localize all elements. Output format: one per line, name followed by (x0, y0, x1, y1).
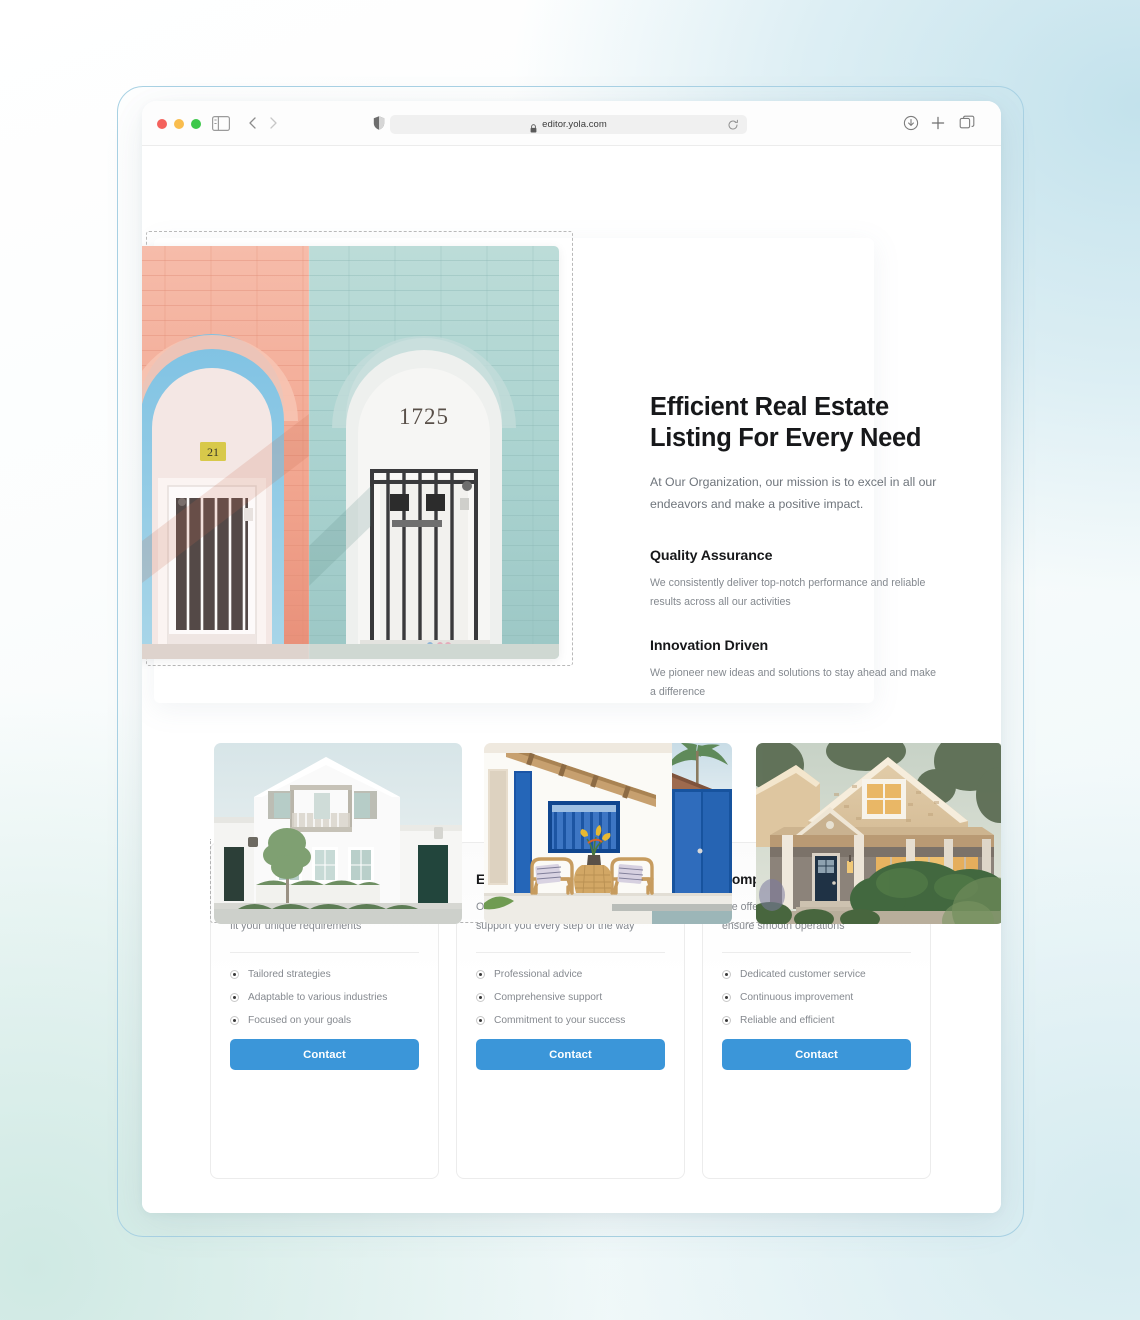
list-item: Adaptable to various industries (230, 992, 419, 1003)
card-image-comprehensive-support[interactable] (756, 743, 1001, 924)
divider (722, 952, 911, 953)
bullet-icon (230, 993, 239, 1002)
list-item: Tailored strategies (230, 969, 419, 980)
browser-toolbar: editor.yola.com (142, 101, 1001, 146)
list-item-label: Adaptable to various industries (248, 992, 388, 1003)
list-item-label: Comprehensive support (494, 992, 603, 1003)
feature-description: We pioneer new ideas and solutions to st… (650, 667, 937, 698)
feature-cards-row: Custom Solutions We provide personalized… (210, 743, 1001, 1179)
list-item: Focused on your goals (230, 1015, 419, 1026)
list-item-label: Tailored strategies (248, 969, 331, 980)
card-feature-list: Tailored strategies Adaptable to various… (230, 969, 419, 1026)
list-item-label: Continuous improvement (740, 992, 854, 1003)
bullet-icon (476, 993, 485, 1002)
list-item-label: Focused on your goals (248, 1015, 352, 1026)
list-item: Comprehensive support (476, 992, 665, 1003)
chevron-right-icon[interactable] (266, 115, 280, 131)
list-item-label: Professional advice (494, 969, 583, 980)
svg-text:21: 21 (207, 445, 219, 459)
contact-button[interactable]: Contact (230, 1039, 419, 1070)
divider (476, 952, 665, 953)
url-text: editor.yola.com (542, 119, 607, 130)
divider (230, 952, 419, 953)
list-item-label: Dedicated customer service (740, 969, 866, 980)
feature-innovation-driven: Innovation Driven We pioneer new ideas a… (650, 638, 938, 701)
card-image-expert-guidance[interactable] (484, 743, 732, 924)
hero-subtitle: At Our Organization, our mission is to e… (650, 475, 937, 511)
bullet-icon (722, 1016, 731, 1025)
browser-window: editor.yola.com Efficient Real Estate Li… (142, 101, 1001, 1213)
bullet-icon (230, 1016, 239, 1025)
hero-image[interactable]: 21 1725 (142, 246, 559, 659)
list-item-label: Commitment to your success (494, 1015, 626, 1026)
minimize-window-button[interactable] (174, 119, 184, 129)
feature-title: Quality Assurance (650, 548, 773, 564)
tabs-icon[interactable] (959, 115, 975, 131)
craftsman-cottage-with-porch-photo (756, 743, 1001, 924)
hero-text-block: Efficient Real Estate Listing For Every … (650, 392, 938, 701)
list-item: Commitment to your success (476, 1015, 665, 1026)
maximize-window-button[interactable] (191, 119, 201, 129)
two-arched-doorways-photo: 21 1725 (142, 246, 559, 659)
white-two-story-house-photo (214, 743, 462, 924)
reload-icon[interactable] (727, 118, 739, 130)
contact-button[interactable]: Contact (476, 1039, 665, 1070)
list-item: Reliable and efficient (722, 1015, 911, 1026)
card-feature-list: Professional advice Comprehensive suppor… (476, 969, 665, 1026)
chevron-left-icon[interactable] (246, 115, 260, 131)
plus-icon[interactable] (930, 115, 946, 131)
card-feature-list: Dedicated customer service Continuous im… (722, 969, 911, 1026)
sidebar-icon[interactable] (212, 116, 230, 131)
feature-quality-assurance: Quality Assurance We consistently delive… (650, 548, 938, 611)
feature-title: Innovation Driven (650, 638, 769, 654)
blue-door-patio-rattan-chairs-photo (484, 743, 732, 924)
privacy-shield-icon[interactable] (372, 115, 386, 131)
feature-description: We consistently deliver top-notch perfor… (650, 577, 926, 608)
download-icon[interactable] (903, 115, 919, 131)
list-item: Dedicated customer service (722, 969, 911, 980)
bullet-icon (230, 970, 239, 979)
website-canvas: Efficient Real Estate Listing For Every … (142, 146, 1001, 1213)
address-bar[interactable]: editor.yola.com (390, 115, 747, 134)
list-item: Professional advice (476, 969, 665, 980)
window-traffic-lights (157, 119, 201, 129)
bullet-icon (476, 1016, 485, 1025)
close-window-button[interactable] (157, 119, 167, 129)
bullet-icon (722, 970, 731, 979)
bullet-icon (476, 970, 485, 979)
lock-icon (530, 120, 537, 133)
list-item: Continuous improvement (722, 992, 911, 1003)
card-image-custom-solutions[interactable] (214, 743, 462, 924)
svg-text:1725: 1725 (399, 404, 449, 429)
page-title: Efficient Real Estate Listing For Every … (650, 393, 922, 452)
bullet-icon (722, 993, 731, 1002)
contact-button[interactable]: Contact (722, 1039, 911, 1070)
list-item-label: Reliable and efficient (740, 1015, 835, 1026)
